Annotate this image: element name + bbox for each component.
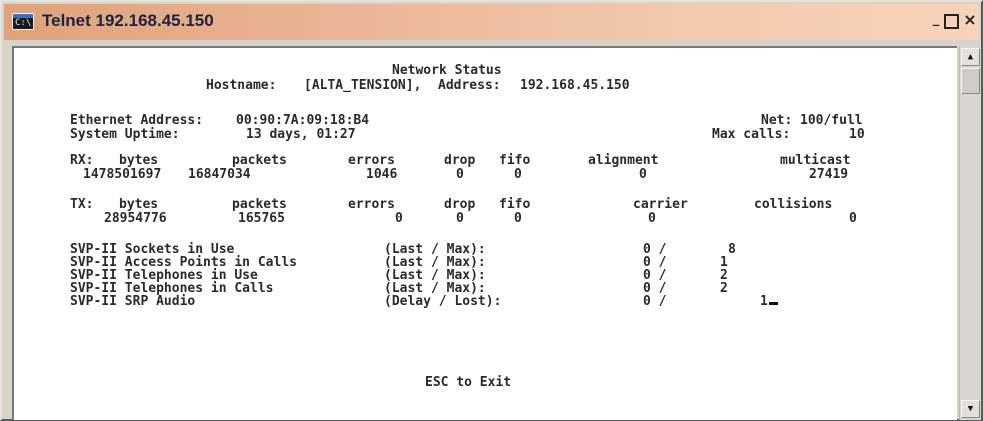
tx-value-packets: 165765: [238, 211, 285, 226]
text-cursor: [768, 302, 778, 305]
minimize-button[interactable]: _: [926, 11, 946, 31]
window-title: Telnet 192.168.45.150: [42, 11, 214, 30]
vertical-scrollbar[interactable]: ▲ ▼: [959, 46, 981, 420]
console-icon-prompt: C:\: [15, 18, 32, 28]
scroll-up-button[interactable]: ▲: [961, 48, 980, 66]
net-label: Net:: [761, 113, 793, 128]
tx-header-errors: errors: [348, 197, 395, 212]
net-value: 100/full: [800, 113, 863, 128]
scroll-thumb[interactable]: [961, 68, 980, 94]
rx-header-alignment: alignment: [588, 153, 659, 168]
rx-header-drop: drop: [444, 153, 476, 168]
tx-header-bytes: bytes: [119, 197, 159, 212]
title-bar[interactable]: C:\ Telnet 192.168.45.150 _ ×: [4, 4, 979, 40]
rx-value-bytes: 1478501697: [83, 167, 162, 182]
svp-row-max-text: 1: [760, 294, 768, 309]
exit-hint: ESC to Exit: [425, 375, 512, 390]
tx-header-fifo: fifo: [499, 197, 531, 212]
tx-value-bytes: 28954776: [104, 211, 167, 226]
tx-value-errors: 0: [395, 211, 403, 226]
address-label: Address:: [438, 78, 501, 93]
maximize-button[interactable]: [944, 14, 959, 29]
svp-row-max: 8: [728, 242, 736, 257]
address-value: 192.168.45.150: [520, 78, 630, 93]
svp-row-label: SVP-II SRP Audio: [70, 294, 196, 309]
svp-row-max: 1: [760, 295, 778, 308]
rx-header-fifo: fifo: [499, 153, 531, 168]
tx-value-drop: 0: [456, 211, 464, 226]
tx-value-carrier: 0: [648, 211, 656, 226]
console-icon[interactable]: C:\: [12, 13, 34, 30]
rx-value-packets: 16847034: [188, 167, 251, 182]
rx-value-multicast: 27419: [809, 167, 849, 182]
svp-row-last: 0 /: [643, 294, 667, 309]
close-button[interactable]: ×: [960, 11, 980, 31]
rx-value-alignment: 0: [639, 167, 647, 182]
ethernet-value: 00:90:7A:09:18:B4: [236, 113, 370, 128]
rx-header-multicast: multicast: [780, 153, 851, 168]
svp-row-kind: (Delay / Lost):: [384, 294, 502, 309]
scroll-down-button[interactable]: ▼: [961, 400, 980, 418]
maxcalls-value: 10: [849, 127, 865, 142]
hostname-value: [ALTA_TENSION],: [304, 78, 422, 93]
rx-value-fifo: 0: [514, 167, 522, 182]
screen-heading: Network Status: [392, 63, 502, 78]
uptime-value: 13 days, 01:27: [246, 127, 356, 142]
rx-label: RX:: [70, 153, 94, 168]
rx-header-bytes: bytes: [119, 153, 159, 168]
terminal-screen[interactable]: Network Status Hostname: [ALTA_TENSION],…: [12, 46, 957, 420]
hostname-label: Hostname:: [206, 78, 277, 93]
rx-value-drop: 0: [456, 167, 464, 182]
tx-header-drop: drop: [444, 197, 476, 212]
rx-value-errors: 1046: [366, 167, 398, 182]
tx-value-fifo: 0: [514, 211, 522, 226]
telnet-window: C:\ Telnet 192.168.45.150 _ × Network St…: [0, 0, 983, 421]
maxcalls-label: Max calls:: [712, 127, 791, 142]
tx-header-carrier: carrier: [633, 197, 688, 212]
tx-label: TX:: [70, 197, 94, 212]
tx-header-collisions: collisions: [754, 197, 833, 212]
tx-value-collisions: 0: [849, 211, 857, 226]
rx-header-errors: errors: [348, 153, 395, 168]
tx-header-packets: packets: [232, 197, 287, 212]
ethernet-label: Ethernet Address:: [70, 113, 204, 128]
uptime-label: System Uptime:: [70, 127, 180, 142]
svp-row-max: 2: [720, 281, 728, 296]
rx-header-packets: packets: [232, 153, 287, 168]
